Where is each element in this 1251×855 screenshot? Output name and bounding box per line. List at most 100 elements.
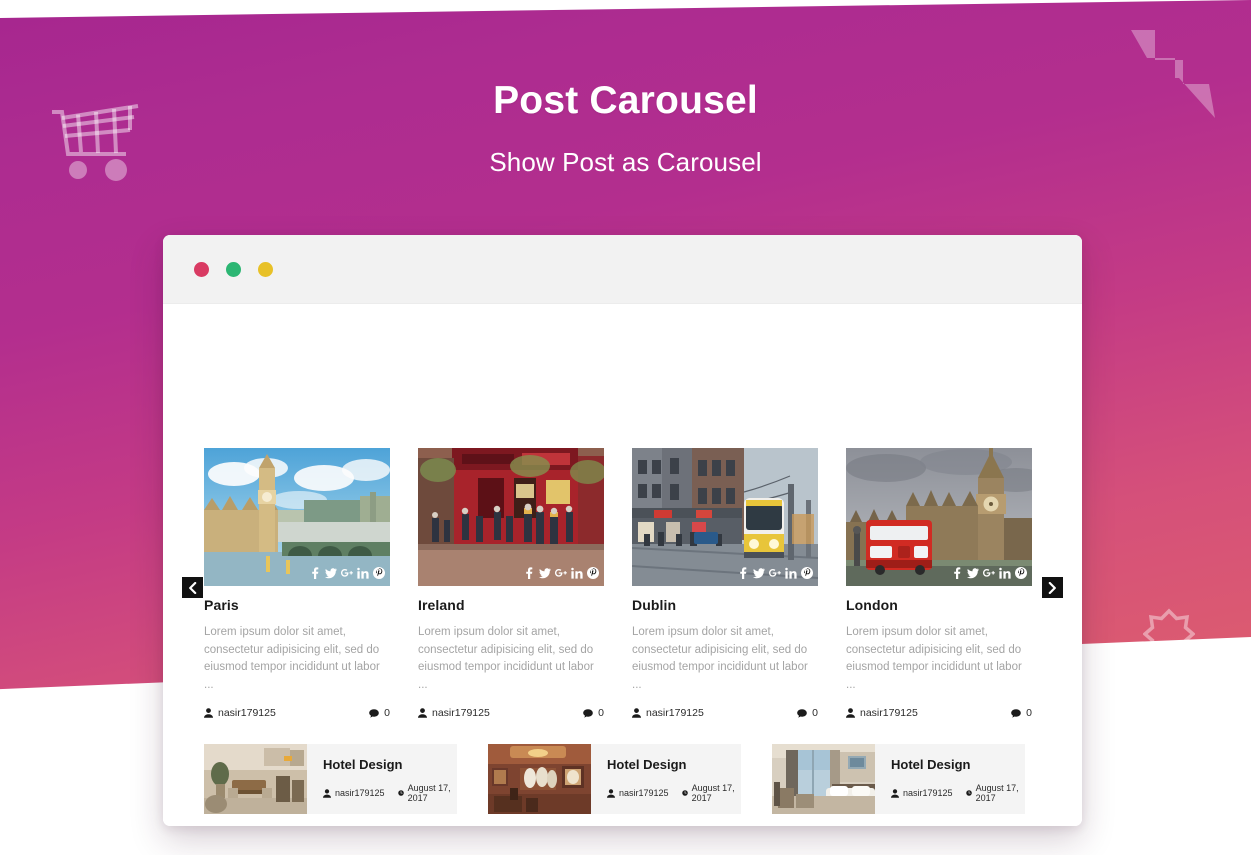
post-thumbnail[interactable] — [846, 448, 1032, 586]
hotel-author-label: nasir179125 — [903, 788, 953, 798]
hotel-date-label: August 17, 2017 — [691, 783, 735, 803]
maximize-dot[interactable] — [258, 261, 273, 277]
page-title: Post Carousel — [493, 79, 758, 122]
linkedin-icon[interactable] — [785, 567, 797, 579]
hotel-lounge-interior-image — [204, 744, 307, 814]
hotel-bedroom-window-image — [772, 744, 875, 814]
hotel-title[interactable]: Hotel Design — [891, 757, 1025, 772]
hotel-date-label: August 17, 2017 — [975, 783, 1019, 803]
post-carousel: Paris Lorem ipsum dolor sit amet, consec… — [204, 448, 1042, 719]
clock-icon — [397, 790, 404, 796]
hotel-dining-room-image — [488, 744, 591, 814]
comment-icon — [797, 708, 807, 717]
google-plus-icon[interactable] — [341, 567, 353, 579]
hotel-info: Hotel Design nasir179125 August 17, 2017 — [591, 744, 741, 814]
post-excerpt: Lorem ipsum dolor sit amet, consectetur … — [632, 626, 808, 691]
user-icon — [204, 708, 213, 718]
post-title[interactable]: Ireland — [418, 597, 604, 613]
user-icon — [418, 708, 427, 718]
social-share-strip[interactable] — [516, 565, 604, 581]
hotel-title[interactable]: Hotel Design — [607, 757, 741, 772]
browser-window-mock: Paris Lorem ipsum dolor sit amet, consec… — [163, 235, 1082, 826]
list-item[interactable]: Hotel Design nasir179125 August 17, 2017 — [772, 744, 1025, 814]
post-meta: nasir179125 0 — [632, 707, 818, 719]
hotel-date: August 17, 2017 — [965, 783, 1025, 803]
post-excerpt: Lorem ipsum dolor sit amet, consectetur … — [204, 626, 380, 691]
post-meta: nasir179125 0 — [204, 707, 390, 719]
carousel-next-button[interactable] — [1042, 577, 1063, 598]
facebook-icon[interactable] — [309, 567, 321, 579]
chevron-left-icon — [189, 581, 197, 594]
post-card[interactable]: Paris Lorem ipsum dolor sit amet, consec… — [204, 448, 390, 719]
post-title[interactable]: London — [846, 597, 1032, 613]
hotel-thumbnail[interactable] — [772, 744, 875, 814]
google-plus-icon[interactable] — [769, 567, 781, 579]
hotel-post-list: Hotel Design nasir179125 August 17, 2017 — [204, 744, 1042, 814]
hotel-thumbnail[interactable] — [488, 744, 591, 814]
hotel-date: August 17, 2017 — [681, 783, 741, 803]
pinterest-icon[interactable] — [801, 567, 813, 579]
post-author-label: nasir179125 — [860, 707, 918, 719]
post-card[interactable]: Ireland Lorem ipsum dolor sit amet, cons… — [418, 448, 604, 719]
post-comment-label: 0 — [598, 707, 604, 719]
linkedin-icon[interactable] — [357, 567, 369, 579]
chevron-right-icon — [1048, 581, 1056, 594]
hotel-thumbnail[interactable] — [204, 744, 307, 814]
hotel-author-label: nasir179125 — [619, 788, 669, 798]
hero-section: Post Carousel Show Post as Carousel — [0, 0, 1251, 178]
linkedin-icon[interactable] — [571, 567, 583, 579]
list-item[interactable]: Hotel Design nasir179125 August 17, 2017 — [204, 744, 457, 814]
twitter-icon[interactable] — [967, 567, 979, 579]
hotel-meta: nasir179125 August 17, 2017 — [323, 783, 457, 803]
list-item[interactable]: Hotel Design nasir179125 August 17, 2017 — [488, 744, 741, 814]
social-share-strip[interactable] — [302, 565, 390, 581]
linkedin-icon[interactable] — [999, 567, 1011, 579]
minimize-dot[interactable] — [226, 261, 241, 277]
close-dot[interactable] — [194, 261, 209, 277]
twitter-icon[interactable] — [325, 567, 337, 579]
pinterest-icon[interactable] — [373, 567, 385, 579]
post-title[interactable]: Dublin — [632, 597, 818, 613]
post-author: nasir179125 — [204, 707, 276, 719]
post-thumbnail[interactable] — [632, 448, 818, 586]
hotel-meta: nasir179125 August 17, 2017 — [607, 783, 741, 803]
post-comment-count: 0 — [369, 707, 390, 719]
social-share-strip[interactable] — [730, 565, 818, 581]
post-thumbnail[interactable] — [418, 448, 604, 586]
post-comment-label: 0 — [1026, 707, 1032, 719]
facebook-icon[interactable] — [951, 567, 963, 579]
post-comment-count: 0 — [583, 707, 604, 719]
pinterest-icon[interactable] — [1015, 567, 1027, 579]
post-author-label: nasir179125 — [646, 707, 704, 719]
twitter-icon[interactable] — [539, 567, 551, 579]
page-subtitle: Show Post as Carousel — [489, 146, 762, 177]
hotel-info: Hotel Design nasir179125 August 17, 2017 — [875, 744, 1025, 814]
browser-titlebar — [163, 235, 1082, 304]
facebook-icon[interactable] — [737, 567, 749, 579]
post-excerpt: Lorem ipsum dolor sit amet, consectetur … — [418, 626, 594, 691]
pinterest-icon[interactable] — [587, 567, 599, 579]
hotel-info: Hotel Design nasir179125 August 17, 2017 — [307, 744, 457, 814]
post-comment-count: 0 — [797, 707, 818, 719]
hotel-title[interactable]: Hotel Design — [323, 757, 457, 772]
clock-icon — [681, 790, 688, 796]
user-icon — [323, 788, 331, 798]
browser-content: Paris Lorem ipsum dolor sit amet, consec… — [163, 304, 1082, 826]
carousel-prev-button[interactable] — [182, 577, 203, 598]
post-author: nasir179125 — [418, 707, 490, 719]
social-share-strip[interactable] — [944, 565, 1032, 581]
google-plus-icon[interactable] — [983, 567, 995, 579]
hotel-meta: nasir179125 August 17, 2017 — [891, 783, 1025, 803]
google-plus-icon[interactable] — [555, 567, 567, 579]
post-comment-count: 0 — [1011, 707, 1032, 719]
facebook-icon[interactable] — [523, 567, 535, 579]
hotel-date-label: August 17, 2017 — [407, 783, 451, 803]
user-icon — [846, 708, 855, 718]
post-title[interactable]: Paris — [204, 597, 390, 613]
hotel-author: nasir179125 — [607, 788, 669, 798]
post-author: nasir179125 — [846, 707, 918, 719]
post-thumbnail[interactable] — [204, 448, 390, 586]
post-card[interactable]: Dublin Lorem ipsum dolor sit amet, conse… — [632, 448, 818, 719]
post-card[interactable]: London Lorem ipsum dolor sit amet, conse… — [846, 448, 1032, 719]
twitter-icon[interactable] — [753, 567, 765, 579]
